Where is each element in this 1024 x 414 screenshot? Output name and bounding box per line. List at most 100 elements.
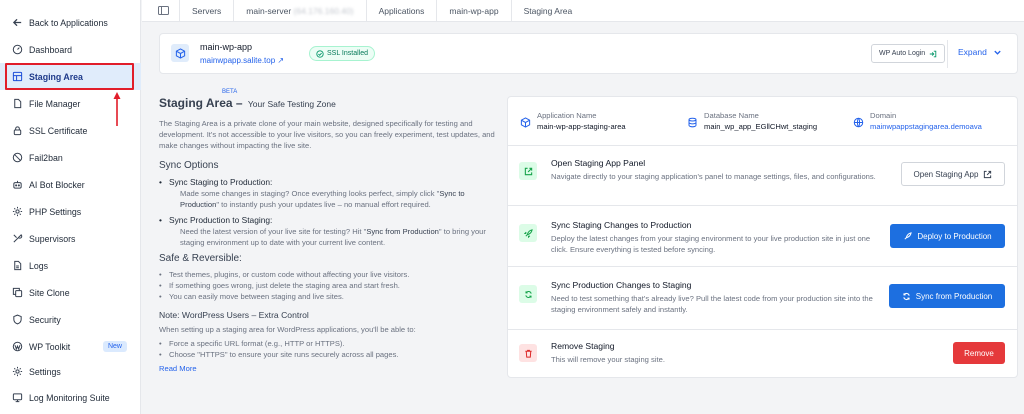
sidebar-item-label: SSL Certificate — [29, 125, 88, 136]
note-paragraph: When setting up a staging area for WordP… — [159, 325, 416, 335]
sidebar-item-ai-bot-blocker[interactable]: AI Bot Blocker — [0, 171, 141, 198]
dashboard-icon — [12, 44, 23, 55]
globe-icon — [853, 117, 864, 128]
sidebar-item-label: Logs — [29, 260, 49, 271]
wp-auto-login-label: WP Auto Login — [879, 50, 926, 57]
sync2-desc: Need the latest version of your live sit… — [180, 227, 486, 247]
safe-list: Test themes, plugins, or custom code wit… — [159, 270, 501, 302]
database-name-info: Database Name main_wp_app_EGllCHwt_stagin… — [687, 111, 817, 131]
list-item: Choose "HTTPS" to ensure your site runs … — [159, 350, 501, 361]
sidebar-item-site-clone[interactable]: Site Clone — [0, 279, 141, 306]
sidebar-item-label: WP Toolkit — [29, 341, 71, 352]
back-to-applications-link[interactable]: Back to Applications — [0, 9, 141, 36]
rocket-icon — [904, 231, 913, 240]
chevron-down-icon — [994, 50, 1001, 55]
sidebar-toggle-button[interactable] — [142, 0, 180, 22]
action-title: Sync Production Changes to Staging — [551, 280, 692, 290]
database-icon — [687, 117, 698, 128]
beta-badge: BETA — [222, 89, 238, 95]
info-label: Application Name — [537, 111, 597, 120]
list-item: Force a specific URL format (e.g., HTTP … — [159, 339, 501, 350]
sidebar-item-label: Back to Applications — [29, 17, 108, 28]
list-item: Sync Production to Staging: Need the lat… — [159, 215, 501, 248]
server-name: main-server — [246, 5, 292, 16]
breadcrumb-server[interactable]: main-server (64.176.160.40) — [234, 0, 367, 22]
sidebar-item-settings[interactable]: Settings — [0, 358, 141, 385]
sidebar-item-label: Settings — [29, 366, 61, 377]
sidebar-item-wp-toolkit[interactable]: WP Toolkit New — [0, 333, 141, 360]
button-label: Remove — [964, 348, 994, 358]
staging-info-column: Staging Area – BETA Your Safe Testing Zo… — [159, 89, 501, 373]
gear-icon — [12, 206, 23, 217]
cube-icon — [171, 44, 189, 62]
list-item: Test themes, plugins, or custom code wit… — [159, 270, 501, 281]
wordpress-icon — [12, 341, 23, 352]
cube-icon — [520, 117, 531, 128]
action-desc: Need to test something that's already li… — [551, 294, 873, 314]
sidebar-item-label: Site Clone — [29, 287, 70, 298]
breadcrumb-servers[interactable]: Servers — [180, 0, 235, 22]
divider — [947, 40, 948, 68]
rocket-icon — [519, 224, 537, 242]
open-staging-app-button[interactable]: Open Staging App — [901, 162, 1005, 186]
staging-icon — [12, 71, 23, 82]
expand-button[interactable]: Expand — [958, 47, 1002, 57]
lock-icon — [12, 125, 23, 136]
staging-panel: Application Name main-wp-app-staging-area… — [507, 96, 1018, 378]
application-name-info: Application Name main-wp-app-staging-area — [520, 111, 626, 131]
shield-icon — [12, 314, 23, 325]
ssl-label: SSL Installed — [327, 50, 368, 57]
app-header-card: main-wp-app mainwpapp.salite.top ↗ SSL I… — [159, 33, 1018, 74]
application-name-value: main-wp-app-staging-area — [537, 122, 626, 131]
sidebar-item-label: Fail2ban — [29, 152, 63, 163]
sidebar-item-dashboard[interactable]: Dashboard — [0, 36, 141, 63]
sidebar-item-logs[interactable]: Logs — [0, 252, 141, 279]
new-badge: New — [102, 341, 127, 352]
page-title: Staging Area – BETA Your Safe Testing Zo… — [159, 89, 336, 110]
remove-staging-row: Remove Staging This will remove your sta… — [508, 329, 1017, 377]
sidebar-item-label: PHP Settings — [29, 206, 82, 217]
sync-options-list: Sync Staging to Production: Made some ch… — [159, 177, 501, 248]
domain-link[interactable]: mainwpappstagingarea.demoava — [870, 122, 982, 131]
gear-icon — [12, 366, 23, 377]
sidebar-item-label: AI Bot Blocker — [29, 179, 85, 190]
logs-icon — [12, 260, 23, 271]
action-desc: Navigate directly to your staging applic… — [551, 172, 876, 181]
action-title: Remove Staging — [551, 341, 615, 351]
breadcrumb-applications[interactable]: Applications — [367, 0, 438, 22]
sidebar-item-label: File Manager — [29, 98, 81, 109]
breadcrumb-app[interactable]: main-wp-app — [437, 0, 512, 22]
annotation-arrow — [113, 92, 121, 126]
sidebar-item-fail2ban[interactable]: Fail2ban — [0, 144, 141, 171]
check-circle-icon — [316, 49, 324, 58]
external-link-icon — [984, 170, 992, 178]
staging-description: The Staging Area is a private clone of y… — [159, 119, 495, 150]
info-label: Domain — [870, 111, 897, 120]
safe-heading: Safe & Reversible: — [159, 253, 242, 264]
sidebar-item-supervisors[interactable]: Supervisors — [0, 225, 141, 252]
app-url-link[interactable]: mainwpapp.salite.top ↗ — [200, 56, 284, 65]
list-item: Sync Staging to Production: Made some ch… — [159, 177, 501, 210]
wp-auto-login-button[interactable]: WP Auto Login — [871, 44, 946, 63]
deploy-to-production-button[interactable]: Deploy to Production — [890, 224, 1005, 248]
sync-options-heading: Sync Options — [159, 160, 219, 171]
monitor-icon — [12, 392, 23, 403]
deploy-row: Sync Staging Changes to Production Deplo… — [508, 205, 1017, 266]
file-icon — [12, 98, 23, 109]
sidebar-item-log-monitoring-suite[interactable]: Log Monitoring Suite — [0, 384, 141, 411]
remove-button[interactable]: Remove — [953, 342, 1005, 364]
sidebar-item-php-settings[interactable]: PHP Settings — [0, 198, 141, 225]
ban-icon — [12, 152, 23, 163]
sync-from-production-button[interactable]: Sync from Production — [889, 284, 1005, 308]
action-desc: This will remove your staging site. — [551, 355, 665, 364]
sidebar-item-security[interactable]: Security — [0, 306, 141, 333]
button-label: Open Staging App — [913, 169, 979, 179]
sidebar-item-label: Staging Area — [29, 71, 83, 82]
sidebar-item-staging-area[interactable]: Staging Area — [0, 63, 141, 90]
read-more-link[interactable]: Read More — [159, 364, 501, 373]
bot-icon — [12, 179, 23, 190]
sync-from-production-row: Sync Production Changes to Staging Need … — [508, 266, 1017, 329]
action-title: Sync Staging Changes to Production — [551, 220, 692, 230]
app-name: main-wp-app — [200, 42, 253, 52]
button-label: Deploy to Production — [917, 231, 992, 241]
